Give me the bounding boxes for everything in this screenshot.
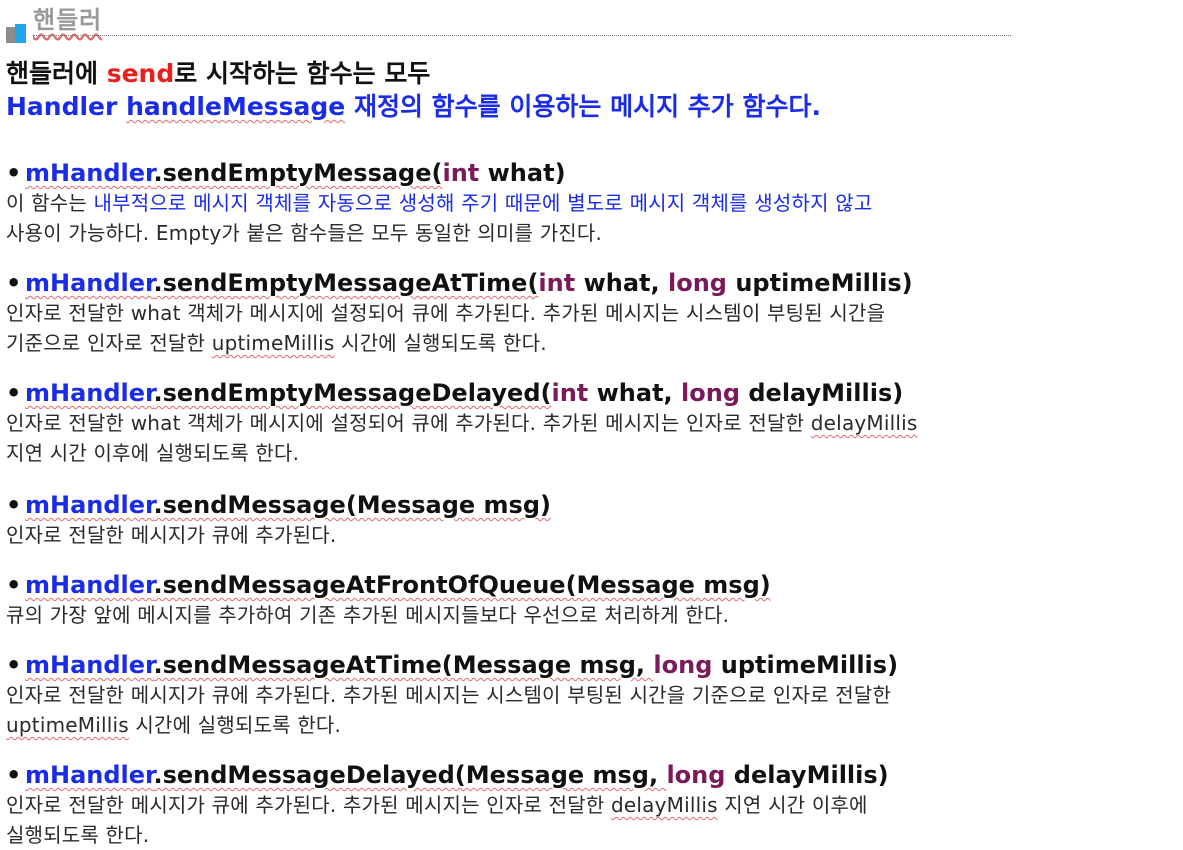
method-signature: • mHandler.sendMessageDelayed(Message msg… bbox=[6, 760, 1181, 790]
desc-text: 인자로 전달한 what 객체가 메시지에 설정되어 큐에 추가된다. 추가된 … bbox=[6, 411, 811, 435]
bullet: • bbox=[6, 651, 22, 679]
method-signature: • mHandler.sendMessageAtTime(Message msg,… bbox=[6, 650, 1181, 680]
intro-block: 핸들러에 send로 시작하는 함수는 모두 Handler handleMes… bbox=[6, 58, 1176, 124]
title-divider bbox=[33, 35, 1011, 36]
desc-text: 인자로 전달한 메시지가 큐에 추가된다. 추가된 메시지는 인자로 전달한 bbox=[6, 793, 611, 817]
method-name: .sendEmptyMessage( bbox=[153, 159, 443, 187]
method-name: .sendEmptyMessageDelayed( bbox=[153, 379, 552, 407]
desc-term: delayMillis bbox=[610, 793, 718, 817]
method-object: mHandler bbox=[25, 571, 154, 599]
method-item: • mHandler.sendEmptyMessage(int what) 이 함… bbox=[6, 158, 1181, 248]
bullet: • bbox=[6, 159, 22, 187]
method-description: 사용이 가능하다. Empty가 붙은 함수들은 모두 동일한 의미를 가진다. bbox=[6, 221, 603, 245]
method-item: • mHandler.sendMessageAtFrontOfQueue(Mess… bbox=[6, 570, 1181, 630]
method-object: mHandler bbox=[25, 269, 154, 297]
method-description: 기준으로 인자로 전달한 uptimeMillis 시간에 실행되도록 한다. bbox=[6, 328, 1181, 358]
method-param: what, bbox=[588, 379, 682, 407]
method-signature: • mHandler.sendMessageAtFrontOfQueue(Mess… bbox=[6, 570, 1181, 600]
method-description: 지연 시간 이후에 실행되도록 한다. bbox=[6, 441, 300, 465]
bullet: • bbox=[6, 491, 22, 519]
method-name: .sendEmptyMessageAtTime( bbox=[153, 269, 539, 297]
desc-text: 기준으로 인자로 전달한 bbox=[6, 331, 212, 355]
bullet: • bbox=[6, 761, 22, 789]
method-item: • mHandler.sendMessage(Message msg) 인자로 전… bbox=[6, 490, 1181, 550]
method-object: mHandler bbox=[25, 379, 154, 407]
method-param: delayMillis) bbox=[740, 379, 904, 407]
intro-text: 로 시작하는 함수는 모두 bbox=[174, 59, 431, 88]
method-signature: • mHandler.sendEmptyMessageDelayed(int wh… bbox=[6, 378, 1181, 408]
method-object: mHandler bbox=[25, 159, 154, 187]
title-marker-blue bbox=[15, 24, 26, 43]
method-item: • mHandler.sendMessageAtTime(Message msg,… bbox=[6, 650, 1181, 740]
method-object: mHandler bbox=[25, 491, 154, 519]
method-item: • mHandler.sendEmptyMessageAtTime(int wha… bbox=[6, 268, 1181, 358]
desc-term: uptimeMillis bbox=[211, 331, 335, 355]
intro-handle-message: handleMessage bbox=[126, 92, 346, 121]
method-description: 인자로 전달한 what 객체가 메시지에 설정되어 큐에 추가된다. 추가된 … bbox=[6, 301, 886, 325]
method-signature: • mHandler.sendEmptyMessageAtTime(int wha… bbox=[6, 268, 1181, 298]
method-description: 실행되도록 한다. bbox=[6, 823, 150, 847]
desc-text: 이 함수는 bbox=[6, 191, 94, 215]
method-description: 인자로 전달한 what 객체가 메시지에 설정되어 큐에 추가된다. 추가된 … bbox=[6, 408, 1181, 438]
method-keyword: int bbox=[551, 379, 589, 407]
method-object: mHandler bbox=[25, 651, 154, 679]
method-keyword: long bbox=[681, 379, 741, 407]
desc-term: uptimeMillis bbox=[6, 713, 129, 737]
method-name: .sendMessageAtTime(Message msg, bbox=[153, 651, 654, 679]
method-description: 큐의 가장 앞에 메시지를 추가하여 기존 추가된 메시지들보다 우선으로 처리… bbox=[6, 603, 730, 627]
bullet: • bbox=[6, 571, 22, 599]
desc-text: 시간에 실행되도록 한다. bbox=[128, 713, 342, 737]
desc-term: delayMillis bbox=[810, 411, 918, 435]
desc-text: 시간에 실행되도록 한다. bbox=[334, 331, 547, 355]
method-keyword: int bbox=[442, 159, 480, 187]
method-keyword: long bbox=[667, 269, 727, 297]
method-description: 인자로 전달한 메시지가 큐에 추가된다. 추가된 메시지는 인자로 전달한 d… bbox=[6, 790, 1181, 820]
method-param: uptimeMillis) bbox=[726, 269, 913, 297]
method-description: 이 함수는 내부적으로 메시지 객체를 자동으로 생성해 주기 때문에 별도로 … bbox=[6, 188, 1181, 218]
method-name: .sendMessageDelayed(Message msg, bbox=[153, 761, 667, 789]
method-item: • mHandler.sendEmptyMessageDelayed(int wh… bbox=[6, 378, 1181, 468]
method-object: mHandler bbox=[25, 761, 154, 789]
intro-text: 재정의 함수를 이용하는 메시지 추가 함수다. bbox=[345, 92, 821, 121]
slide-header: 핸들러 bbox=[0, 0, 1183, 44]
method-signature: • mHandler.sendMessage(Message msg) bbox=[6, 490, 1181, 520]
desc-text: 지연 시간 이후에 bbox=[717, 793, 868, 817]
method-param: delayMillis) bbox=[725, 761, 889, 789]
method-item: • mHandler.sendMessageDelayed(Message msg… bbox=[6, 760, 1181, 850]
method-param: uptimeMillis) bbox=[712, 651, 899, 679]
method-keyword: long bbox=[653, 651, 713, 679]
method-keyword: long bbox=[666, 761, 726, 789]
method-name: .sendMessage(Message msg) bbox=[153, 491, 551, 519]
method-param: what) bbox=[479, 159, 566, 187]
intro-accent-send: send bbox=[106, 59, 175, 88]
method-param: what, bbox=[575, 269, 668, 297]
intro-line-1: 핸들러에 send로 시작하는 함수는 모두 bbox=[6, 58, 1176, 90]
bullet: • bbox=[6, 379, 22, 407]
intro-line-2: Handler handleMessage 재정의 함수를 이용하는 메시지 추… bbox=[6, 90, 1176, 124]
method-name: .sendMessageAtFrontOfQueue(Message msg) bbox=[153, 571, 771, 599]
method-description: uptimeMillis 시간에 실행되도록 한다. bbox=[6, 710, 1181, 740]
method-signature: • mHandler.sendEmptyMessage(int what) bbox=[6, 158, 1181, 188]
intro-handler: Handler bbox=[6, 92, 118, 121]
bullet: • bbox=[6, 269, 22, 297]
intro-text: 핸들러에 bbox=[6, 59, 107, 88]
page-title: 핸들러 bbox=[33, 6, 103, 34]
desc-highlight: 내부적으로 메시지 객체를 자동으로 생성해 주기 때문에 별도로 메시지 객체… bbox=[93, 191, 873, 215]
method-description: 인자로 전달한 메시지가 큐에 추가된다. 추가된 메시지는 시스템이 부팅된 … bbox=[6, 683, 892, 707]
method-keyword: int bbox=[538, 269, 576, 297]
method-description: 인자로 전달한 메시지가 큐에 추가된다. bbox=[6, 523, 337, 547]
